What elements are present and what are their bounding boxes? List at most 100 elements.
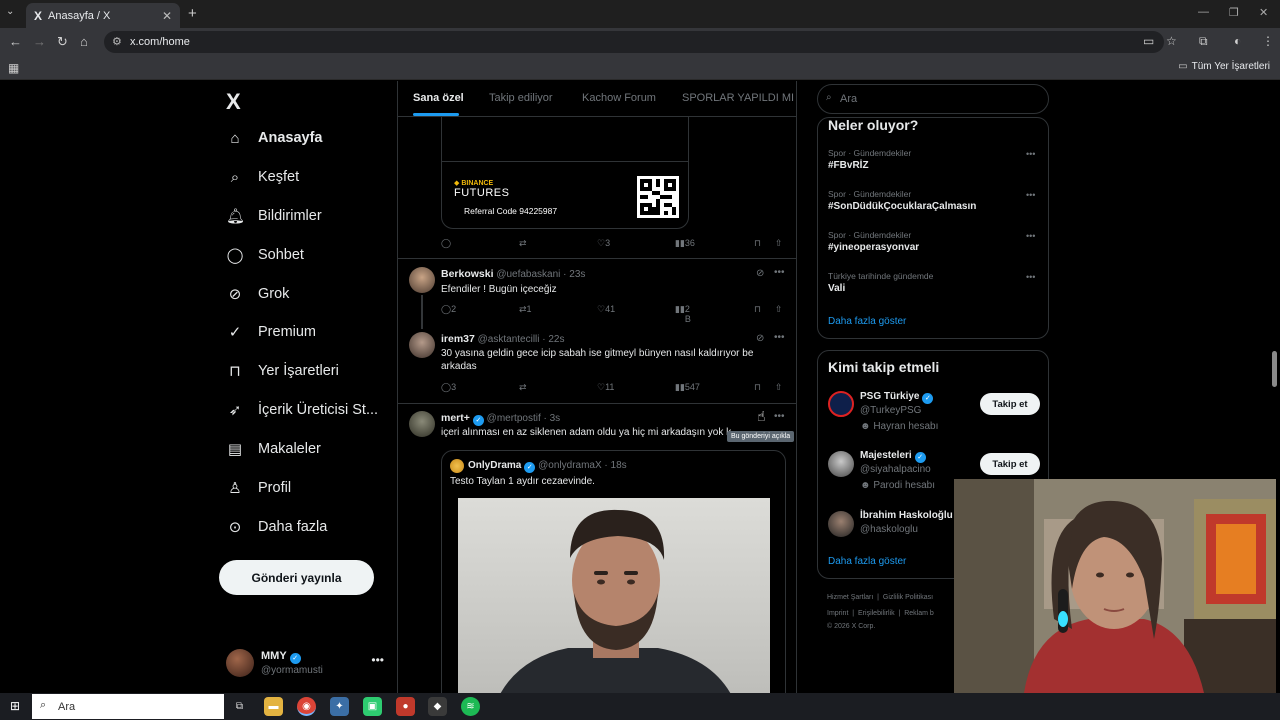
author-name[interactable]: Berkowski [441, 268, 494, 280]
author-handle[interactable]: @mertpostif [487, 413, 541, 424]
bookmark-icon[interactable]: ⊓ [754, 304, 761, 315]
sidebar-item-notifications[interactable]: 🔔︎ Bildirimler [226, 201, 322, 231]
author-name[interactable]: irem37 [441, 333, 475, 345]
star-bookmark-icon[interactable]: ☆ [1166, 34, 1177, 48]
app-icon[interactable]: ◆ [428, 697, 447, 716]
tweet-more-icon[interactable]: ••• [774, 267, 785, 278]
trend-item[interactable]: #SonDüdükÇocuklaraÇalmasın [828, 201, 976, 212]
close-tab-icon[interactable]: ✕ [162, 9, 172, 23]
bookmark-icon[interactable]: ⊓ [754, 238, 761, 249]
new-tab-plus-icon[interactable]: + [188, 5, 197, 22]
extensions-icon[interactable]: ⧉ [1199, 34, 1208, 49]
file-explorer-icon[interactable]: ▬ [264, 697, 283, 716]
sidebar-item-explore[interactable]: ⌕ Keşfet [226, 162, 299, 192]
spotify-icon[interactable]: ≋ [461, 697, 480, 716]
like-icon[interactable]: ♡ 11 [597, 382, 614, 393]
avatar[interactable] [409, 332, 435, 358]
footer-link[interactable]: Imprint [827, 610, 848, 617]
app-icon[interactable]: ● [396, 697, 415, 716]
suggested-user-name[interactable]: İbrahim Haskoloğlu [860, 510, 953, 521]
suggested-user-name[interactable]: PSG Türkiye ✓ [860, 391, 934, 404]
app-icon[interactable]: ✦ [330, 697, 349, 716]
cast-icon[interactable]: ▭ [1143, 34, 1154, 48]
grok-explain-icon[interactable]: ⊘ [756, 268, 764, 279]
taskbar-search-input[interactable]: ⌕ Ara [32, 694, 224, 719]
tab-list-chevron-icon[interactable]: ⌄ [6, 6, 14, 17]
menu-kebab-icon[interactable]: ⋮ [1262, 34, 1274, 48]
author-name[interactable]: mert+ [441, 412, 470, 424]
sidebar-item-creator-studio[interactable]: ➶ İçerik Üreticisi St... [226, 395, 378, 425]
avatar[interactable] [409, 411, 435, 437]
windows-start-icon[interactable]: ⊞ [10, 699, 20, 713]
like-icon[interactable]: ♡ 41 [597, 304, 615, 315]
media-card-binance[interactable]: ◆ BINANCE FUTURES Referral Code 94225987 [441, 117, 689, 229]
grok-explain-icon[interactable]: ⊘ [756, 333, 764, 344]
task-view-icon[interactable]: ⧉ [230, 697, 249, 716]
trend-more-icon[interactable]: ••• [1026, 272, 1035, 282]
avatar[interactable] [409, 267, 435, 293]
share-icon[interactable]: ⇧ [775, 304, 783, 315]
forward-arrow-icon[interactable]: → [33, 34, 46, 49]
who-to-follow-show-more-link[interactable]: Daha fazla göster [828, 556, 906, 567]
chrome-icon[interactable]: ◉ [297, 697, 316, 716]
tab-sporlar[interactable]: SPORLAR YAPILDI MI [682, 92, 794, 104]
browser-tab-active[interactable]: X Anasayfa / X ✕ [26, 3, 180, 28]
trend-more-icon[interactable]: ••• [1026, 149, 1035, 159]
sidebar-item-premium[interactable]: ✓ Premium [226, 317, 316, 347]
share-icon[interactable]: ⇧ [775, 238, 783, 249]
account-switcher[interactable]: MMY ✓ @yormamusti ••• [226, 647, 386, 681]
profile-avatar-icon[interactable]: ◐ [1234, 34, 1241, 48]
sidebar-item-grok[interactable]: ⊘ Grok [226, 279, 290, 309]
views-icon[interactable]: ▮▮ 2 B [675, 304, 691, 324]
app-icon[interactable]: ▣ [363, 697, 382, 716]
trend-more-icon[interactable]: ••• [1026, 231, 1035, 241]
follow-button[interactable]: Takip et [980, 453, 1040, 475]
like-icon[interactable]: ♡ 3 [597, 238, 610, 249]
apps-grid-icon[interactable]: ▦ [8, 61, 19, 75]
account-more-icon[interactable]: ••• [371, 653, 384, 667]
address-bar[interactable]: ⚙ x.com/home [104, 31, 1164, 53]
restore-icon[interactable]: ❐ [1229, 6, 1239, 19]
avatar[interactable] [828, 451, 854, 477]
quoted-tweet[interactable]: OnlyDrama ✓ @onlydramaX · 18s Testo Tayla… [441, 450, 786, 693]
tweet-more-icon[interactable]: ••• [774, 332, 785, 343]
avatar[interactable] [828, 391, 854, 417]
author-handle[interactable]: @asktantecilli [478, 334, 540, 345]
follow-button[interactable]: Takip et [980, 393, 1040, 415]
avatar[interactable] [828, 511, 854, 537]
sidebar-item-home[interactable]: ⌂ Anasayfa [226, 123, 322, 153]
trends-show-more-link[interactable]: Daha fazla göster [828, 316, 906, 327]
tab-for-you[interactable]: Sana özel [413, 92, 464, 104]
tab-kachow-forum[interactable]: Kachow Forum [582, 92, 656, 104]
x-logo-icon[interactable]: X [226, 89, 241, 115]
search-input[interactable]: ⌕ Ara [817, 84, 1049, 114]
back-arrow-icon[interactable]: ← [9, 34, 22, 49]
all-bookmarks-button[interactable]: ▭ Tüm Yer İşaretleri [1178, 61, 1270, 72]
repost-icon[interactable]: ⇄ 1 [519, 304, 532, 315]
share-icon[interactable]: ⇧ [775, 382, 783, 393]
reply-icon[interactable]: ◯ [441, 238, 451, 249]
sidebar-item-bookmarks[interactable]: ⊓ Yer İşaretleri [226, 356, 339, 386]
trend-item[interactable]: #yineoperasyonvar [828, 242, 919, 253]
site-info-icon[interactable]: ⚙ [112, 35, 122, 48]
sidebar-item-more[interactable]: ⊙ Daha fazla [226, 512, 328, 542]
footer-link[interactable]: Reklam b [904, 610, 934, 617]
repost-icon[interactable]: ⇄ [519, 238, 527, 249]
tab-following[interactable]: Takip ediliyor [489, 92, 553, 104]
sidebar-item-articles[interactable]: ▤ Makaleler [226, 434, 321, 464]
tweet-time[interactable]: 22s [548, 334, 564, 345]
reply-icon[interactable]: ◯ 2 [441, 304, 456, 315]
tweet-more-icon[interactable]: ••• [774, 411, 785, 422]
reply-icon[interactable]: ◯ 3 [441, 382, 456, 393]
sidebar-item-profile[interactable]: ♙ Profil [226, 473, 291, 503]
page-scrollbar-thumb[interactable] [1272, 351, 1277, 387]
author-handle[interactable]: @uefabaskani [496, 269, 560, 280]
quoted-tweet-video[interactable] [458, 498, 770, 693]
tweet-time[interactable]: 3s [550, 413, 561, 424]
trend-more-icon[interactable]: ••• [1026, 190, 1035, 200]
reload-icon[interactable]: ↻ [57, 34, 68, 50]
trend-item[interactable]: #FBvRİZ [828, 160, 869, 171]
views-icon[interactable]: ▮▮ 36 [675, 238, 695, 249]
repost-icon[interactable]: ⇄ [519, 382, 527, 393]
views-icon[interactable]: ▮▮ 547 [675, 382, 700, 393]
